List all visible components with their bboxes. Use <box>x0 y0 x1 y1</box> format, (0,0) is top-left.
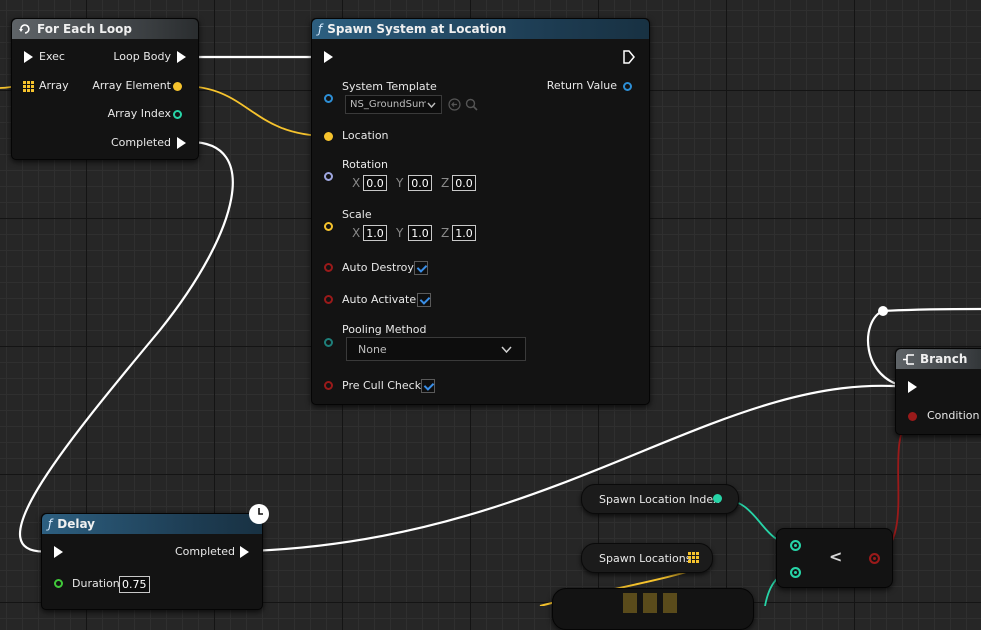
array-element-label: Array Element <box>92 79 171 92</box>
system-template-dropdown[interactable]: NS_GroundSum <box>345 95 442 114</box>
array-index-label: Array Index <box>107 107 171 120</box>
less-than-node[interactable]: < <box>776 528 893 588</box>
less-than-symbol: < <box>829 547 843 566</box>
auto-activate-pin[interactable] <box>324 295 333 304</box>
loop-icon <box>19 24 30 34</box>
reroute-knot[interactable] <box>878 306 888 316</box>
delay-exec-in-pin[interactable] <box>54 546 63 558</box>
wire-reroute-out[interactable] <box>882 307 981 313</box>
exec-label: Exec <box>39 50 65 63</box>
array-get-node[interactable] <box>552 588 754 630</box>
condition-pin[interactable] <box>908 412 917 421</box>
branch-icon <box>903 353 914 365</box>
for-each-loop-node[interactable]: For Each Loop Exec Array Loop Body Array… <box>11 18 199 160</box>
spawn-system-header[interactable]: ƒ Spawn System at Location <box>312 19 649 39</box>
spawn-system-title: Spawn System at Location <box>327 22 507 36</box>
spawn-location-index-node[interactable]: Spawn Location Index <box>581 484 739 514</box>
completed-pin[interactable] <box>177 137 186 149</box>
spawn-locations-label: Spawn Locations <box>599 552 692 565</box>
delay-header[interactable]: ƒ Delay <box>42 514 262 534</box>
wire-completed-to-delay[interactable] <box>19 140 234 553</box>
system-template-value: NS_GroundSum <box>350 99 426 110</box>
completed-label: Completed <box>111 136 171 149</box>
delay-title: Delay <box>57 517 95 531</box>
delay-completed-pin[interactable] <box>240 546 249 558</box>
pre-cull-check-pin[interactable] <box>324 381 333 390</box>
duration-label: Duration <box>72 577 120 590</box>
scale-z-field[interactable]: 1.0 <box>452 225 476 241</box>
rotation-y-field[interactable]: 0.0 <box>408 175 432 191</box>
rotation-x-field[interactable]: 0.0 <box>363 175 387 191</box>
location-pin[interactable] <box>324 132 333 141</box>
clock-icon <box>249 504 269 524</box>
delay-node[interactable]: ƒ Delay Completed Duration 0.75 <box>41 513 263 610</box>
for-each-loop-header[interactable]: For Each Loop <box>12 19 198 39</box>
scale-x-field[interactable]: 1.0 <box>363 225 387 241</box>
scale-z-axis: Z <box>441 226 450 240</box>
rotation-y-axis: Y <box>396 176 404 190</box>
scale-y-field[interactable]: 1.0 <box>408 225 432 241</box>
array-grid-icon[interactable] <box>23 81 34 92</box>
system-template-pin[interactable] <box>324 94 333 103</box>
for-each-loop-title: For Each Loop <box>37 22 132 36</box>
less-than-b-pin[interactable] <box>790 567 801 578</box>
loop-body-label: Loop Body <box>113 50 171 63</box>
pooling-method-pin[interactable] <box>324 338 333 347</box>
scale-label: Scale <box>342 208 372 221</box>
scale-pin[interactable] <box>324 222 333 231</box>
return-value-pin[interactable] <box>623 82 632 91</box>
rotation-z-field[interactable]: 0.0 <box>452 175 476 191</box>
auto-destroy-pin[interactable] <box>324 263 333 272</box>
spawn-system-node[interactable]: ƒ Spawn System at Location System Templa… <box>311 18 650 405</box>
spawn-exec-out-pin[interactable] <box>623 50 635 64</box>
auto-destroy-label: Auto Destroy <box>342 261 414 274</box>
function-icon: ƒ <box>48 517 53 531</box>
duration-pin[interactable] <box>54 579 63 588</box>
use-selected-icon[interactable] <box>448 98 461 111</box>
spawn-location-index-label: Spawn Location Index <box>599 493 720 506</box>
spawn-locations-node[interactable]: Spawn Locations <box>581 543 713 573</box>
branch-title: Branch <box>920 352 968 366</box>
auto-activate-label: Auto Activate <box>342 293 417 306</box>
branch-node[interactable]: Branch Condition <box>895 348 981 435</box>
loop-body-pin[interactable] <box>177 51 186 63</box>
pre-cull-check-checkbox[interactable] <box>421 379 435 393</box>
chevron-down-icon <box>501 346 512 353</box>
pooling-method-label: Pooling Method <box>342 323 427 336</box>
return-value-label: Return Value <box>546 79 617 92</box>
array-index-pin[interactable] <box>173 110 182 119</box>
rotation-z-axis: Z <box>441 176 450 190</box>
search-icon[interactable] <box>465 98 478 111</box>
auto-destroy-checkbox[interactable] <box>414 261 428 275</box>
rotation-label: Rotation <box>342 158 389 171</box>
chevron-down-icon <box>427 102 436 108</box>
array-label: Array <box>39 79 69 92</box>
duration-field[interactable]: 0.75 <box>119 576 150 593</box>
system-template-label: System Template <box>342 80 437 93</box>
less-than-a-pin[interactable] <box>790 540 801 551</box>
auto-activate-checkbox[interactable] <box>417 293 431 307</box>
condition-label: Condition <box>927 409 980 422</box>
delay-completed-label: Completed <box>175 545 235 558</box>
scale-x-axis: X <box>352 226 361 240</box>
spawn-location-index-pin[interactable] <box>713 494 722 503</box>
branch-header[interactable]: Branch <box>896 349 981 369</box>
exec-in-pin[interactable] <box>24 51 33 63</box>
spawn-exec-in-pin[interactable] <box>324 51 333 63</box>
branch-exec-in-pin[interactable] <box>908 381 917 393</box>
pre-cull-check-label: Pre Cull Check <box>342 379 422 392</box>
wire-delay-to-branch[interactable] <box>249 384 909 553</box>
rotation-x-axis: X <box>352 176 361 190</box>
rotation-pin[interactable] <box>324 172 333 181</box>
pooling-method-dropdown[interactable]: None <box>346 337 526 361</box>
function-icon: ƒ <box>318 22 323 36</box>
wire-array-element-to-location[interactable] <box>181 85 330 137</box>
pooling-method-value: None <box>358 343 387 356</box>
less-than-result-pin[interactable] <box>869 553 880 564</box>
array-grid-icon[interactable] <box>688 552 699 563</box>
array-get-icon <box>623 593 678 613</box>
scale-y-axis: Y <box>396 226 404 240</box>
array-element-pin[interactable] <box>173 82 182 91</box>
location-label: Location <box>342 129 389 142</box>
